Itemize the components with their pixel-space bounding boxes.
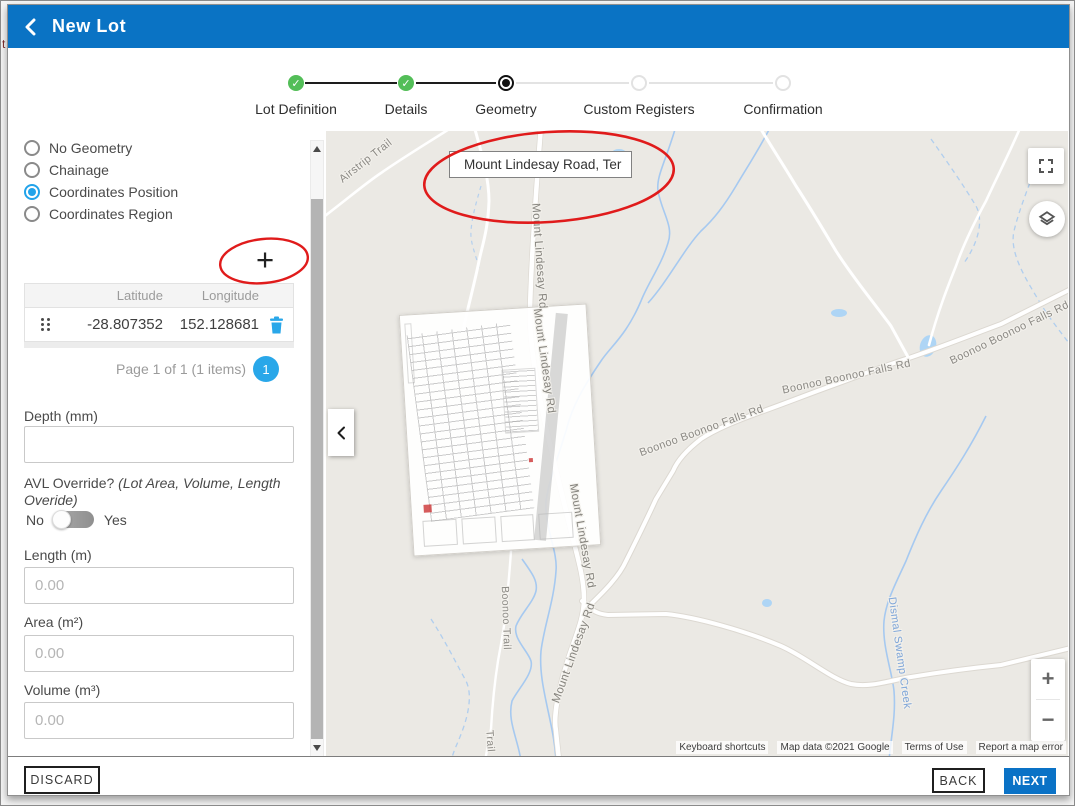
- zoom-out-button[interactable]: −: [1031, 700, 1065, 740]
- length-label: Length (m): [24, 547, 92, 563]
- radio-label: Coordinates Region: [49, 206, 173, 222]
- radio-label: No Geometry: [49, 140, 132, 156]
- delete-cell: [259, 316, 293, 334]
- step-label-geometry: Geometry: [475, 101, 536, 117]
- stepper-connector-pending: [649, 82, 773, 84]
- step-lot-definition-check-icon[interactable]: ✓: [288, 75, 304, 91]
- back-button-footer[interactable]: BACK: [932, 768, 985, 793]
- zoom-in-button[interactable]: +: [1031, 659, 1065, 699]
- avl-override-toggle[interactable]: [54, 511, 94, 528]
- next-button[interactable]: NEXT: [1004, 768, 1056, 794]
- radio-circle: [24, 206, 40, 222]
- radio-label: Chainage: [49, 162, 109, 178]
- toggle-yes-label: Yes: [104, 512, 127, 528]
- radio-label: Coordinates Position: [49, 184, 178, 200]
- radio-circle: [24, 140, 40, 156]
- page-title: New Lot: [52, 16, 126, 37]
- chevron-left-icon: [23, 18, 37, 36]
- lakes-layer: [612, 149, 939, 607]
- step-details-check-icon[interactable]: ✓: [398, 75, 414, 91]
- back-button[interactable]: [8, 5, 52, 48]
- longitude-value: 152.128681: [163, 316, 259, 333]
- plan-red-mark: [423, 504, 431, 512]
- radio-coordinates-position[interactable]: Coordinates Position: [24, 182, 178, 202]
- scrollbar-thumb[interactable]: [311, 199, 323, 739]
- avl-label-text: AVL Override?: [24, 475, 114, 491]
- map-container: Airstrip Trail Mount Lindesay Rd Mount L…: [326, 131, 1068, 756]
- radio-circle: [24, 162, 40, 178]
- dialog-header: New Lot: [8, 5, 1069, 48]
- step-label-confirmation: Confirmation: [743, 101, 822, 117]
- report-map-error-link[interactable]: Report a map error: [976, 741, 1066, 754]
- roads-casing-layer: [530, 131, 1068, 756]
- underlying-page-text: t: [2, 37, 5, 51]
- scroll-up-arrow[interactable]: [313, 146, 321, 152]
- map-search-input[interactable]: [449, 151, 632, 178]
- pagination-summary: Page 1 of 1 (1 items): [24, 361, 246, 377]
- terms-of-use-link[interactable]: Terms of Use: [902, 741, 967, 754]
- volume-label: Volume (m³): [24, 682, 100, 698]
- table-scroll-strip[interactable]: [24, 342, 294, 348]
- map-zoom-control: + −: [1031, 659, 1065, 741]
- scroll-down-arrow[interactable]: [313, 745, 321, 751]
- step-label-lot-definition: Lot Definition: [255, 101, 337, 117]
- fullscreen-icon: [1038, 158, 1054, 174]
- map-label-boonoo-trail: Boonoo Trail: [499, 586, 513, 650]
- grip-dots-icon: [41, 318, 50, 331]
- drag-handle[interactable]: [25, 318, 65, 331]
- depth-label: Depth (mm): [24, 408, 98, 424]
- radio-dot: [28, 188, 36, 196]
- map-label-trail: Trail: [483, 730, 497, 753]
- step-geometry-current-icon[interactable]: [498, 75, 514, 91]
- radio-coordinates-region[interactable]: Coordinates Region: [24, 204, 173, 224]
- volume-input[interactable]: [24, 702, 294, 739]
- radio-circle-selected: [24, 184, 40, 200]
- stepper-connector-done: [305, 82, 397, 84]
- layers-icon: [1038, 210, 1056, 228]
- depth-input[interactable]: [24, 426, 294, 463]
- toggle-no-label: No: [26, 512, 44, 528]
- current-step-dot: [502, 79, 510, 87]
- step-label-custom-registers: Custom Registers: [583, 101, 694, 117]
- avl-override-label: AVL Override? (Lot Area, Volume, Length …: [24, 475, 300, 509]
- radio-no-geometry[interactable]: No Geometry: [24, 138, 132, 158]
- area-input[interactable]: [24, 635, 294, 672]
- step-confirmation-icon[interactable]: [775, 75, 791, 91]
- add-coordinate-button[interactable]: +: [248, 242, 282, 278]
- column-header-longitude: Longitude: [163, 288, 259, 303]
- chevron-left-icon: [336, 426, 346, 440]
- table-header-row: Latitude Longitude: [25, 284, 293, 308]
- keyboard-shortcuts-link[interactable]: Keyboard shortcuts: [676, 741, 768, 754]
- footer-divider: [8, 756, 1069, 757]
- avl-toggle-row: No Yes: [26, 511, 127, 528]
- panel-collapse-button[interactable]: [328, 409, 354, 456]
- radio-chainage[interactable]: Chainage: [24, 160, 109, 180]
- stepper-connector-pending: [516, 82, 629, 84]
- column-header-latitude: Latitude: [65, 288, 163, 303]
- site-plan-overlay[interactable]: [399, 303, 601, 556]
- plan-red-mark: [529, 458, 533, 462]
- plan-notes-block: [501, 368, 539, 434]
- map-data-credit: Map data ©2021 Google: [777, 741, 892, 754]
- discard-button[interactable]: DISCARD: [24, 766, 100, 794]
- map-layers-button[interactable]: [1029, 201, 1065, 237]
- trash-icon[interactable]: [269, 316, 284, 334]
- coordinates-table: Latitude Longitude -28.807352 152.128681: [24, 283, 294, 342]
- table-row: -28.807352 152.128681: [25, 308, 293, 341]
- latitude-value: -28.807352: [65, 316, 163, 333]
- length-input[interactable]: [24, 567, 294, 604]
- stepper-connector-done: [416, 82, 496, 84]
- step-label-details: Details: [385, 101, 428, 117]
- area-label: Area (m²): [24, 614, 83, 630]
- fullscreen-button[interactable]: [1028, 148, 1064, 184]
- browser-viewport: t New Lot ✓ ✓ Lot Definition Details Geo…: [0, 0, 1075, 806]
- step-custom-registers-icon[interactable]: [631, 75, 647, 91]
- toggle-knob: [52, 510, 71, 529]
- map-attribution: Keyboard shortcuts Map data ©2021 Google…: [676, 741, 1066, 754]
- panel-scrollbar[interactable]: [310, 140, 324, 757]
- pagination-page-1-button[interactable]: 1: [253, 356, 279, 382]
